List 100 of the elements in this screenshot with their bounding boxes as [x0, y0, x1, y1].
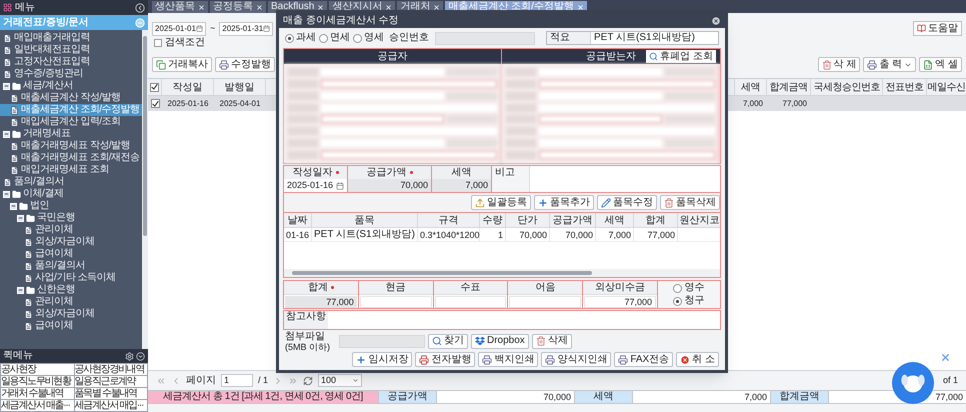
tree-item[interactable]: 이체/결제	[0, 188, 142, 200]
tree-item[interactable]: 일반대체전표입력	[0, 44, 142, 56]
checkbox[interactable]	[150, 99, 160, 108]
tree-item[interactable]: 매입세금계산 입력/조회	[0, 116, 142, 128]
document-icon	[10, 106, 19, 114]
radio-label[interactable]: 과세	[296, 33, 316, 43]
date-field[interactable]: 2025-01-31	[219, 22, 274, 36]
quick-menu-item[interactable]: 일용직노무비현황	[1, 376, 74, 387]
tree-item[interactable]: 외상/자금이체	[0, 308, 142, 320]
quick-menu-item[interactable]: 품목별 수불내역	[74, 388, 147, 399]
refresh-icon[interactable]	[303, 376, 314, 386]
toolbar-button[interactable]: 전자발행	[415, 352, 476, 367]
quick-menu-item[interactable]: 거래처 수불내역	[1, 388, 74, 399]
quick-menu-item[interactable]: 공사현장경비내역	[74, 364, 147, 375]
toolbar-button[interactable]: 출 력	[863, 57, 916, 72]
tree-item[interactable]: 관리이체	[0, 296, 142, 308]
toolbar-button[interactable]: 삭 제	[818, 57, 860, 72]
radio-button[interactable]	[673, 284, 682, 292]
input-field[interactable]	[434, 296, 506, 308]
tree-item[interactable]: 세금/계산서	[0, 80, 142, 92]
document-icon	[24, 298, 33, 306]
chevron-down-icon[interactable]	[136, 352, 145, 360]
toolbar-button[interactable]: 취 소	[676, 352, 719, 367]
tree-item[interactable]: 고정자산전표입력	[0, 56, 142, 68]
tree-item[interactable]: 신한은행	[0, 284, 142, 296]
quick-menu-item[interactable]: 일용직근로계약	[74, 376, 147, 387]
toolbar-button[interactable]: 백지인쇄	[478, 352, 538, 367]
toolbar-button[interactable]: 양식지인쇄	[541, 352, 612, 367]
tree-item[interactable]: 급여이체	[0, 248, 142, 260]
lookup-button[interactable]: 휴폐업 조회	[646, 50, 716, 63]
scrollbar[interactable]	[142, 30, 148, 349]
radio-button[interactable]	[285, 34, 294, 42]
tree-item[interactable]: 매출세금계산 작성/발행	[0, 92, 142, 104]
help-button[interactable]: 도움말	[913, 21, 962, 36]
column-header[interactable]: 메일수신	[926, 79, 966, 95]
toolbar-button[interactable]: 품목추가	[534, 195, 594, 210]
caret-icon	[352, 377, 360, 384]
input-field[interactable]	[509, 296, 582, 308]
toolbar-button[interactable]: FAX전송	[614, 352, 674, 367]
quick-menu-item[interactable]: 세금계산서 매출···	[1, 400, 74, 411]
tree-item[interactable]: 거래명세표	[0, 128, 142, 140]
calendar-icon[interactable]	[196, 25, 203, 32]
settings-icon[interactable]	[125, 352, 134, 360]
tree-item[interactable]: 매출거래명세표 작성/발행	[0, 140, 142, 152]
toolbar-button[interactable]: 품목삭제	[660, 195, 720, 210]
book-icon	[917, 24, 926, 33]
radio-button[interactable]	[673, 296, 682, 306]
tree-item[interactable]: 사업/기타 소득이체	[0, 272, 142, 284]
toolbar-button[interactable]: 찾기	[428, 334, 468, 348]
tree-item[interactable]: 매입거래명세표 조회	[0, 164, 142, 176]
input-field[interactable]	[360, 296, 432, 308]
radio-button[interactable]	[353, 34, 362, 42]
tree-item[interactable]: 외상/자금이체	[0, 236, 142, 248]
tree-item[interactable]: 품의/결의서	[0, 176, 142, 188]
tab[interactable]: 생산품목	[152, 1, 208, 13]
page-size-select[interactable]: 100	[318, 374, 362, 387]
horizontal-scrollbar[interactable]	[284, 269, 720, 277]
radio-label[interactable]: 영수	[684, 283, 704, 293]
radio-label[interactable]: 영세	[364, 33, 384, 43]
calendar-icon[interactable]	[263, 25, 270, 32]
column-header[interactable]: 전표번호	[882, 79, 926, 95]
page-field[interactable]: 1	[221, 374, 253, 387]
toolbar-button[interactable]: 일괄등록	[471, 195, 531, 210]
date-field[interactable]: 2025-01-01	[152, 22, 206, 36]
tab[interactable]: 공정등록	[210, 1, 266, 13]
radio-button[interactable]	[319, 34, 328, 42]
checkbox[interactable]	[150, 82, 159, 92]
table-cell: 70,000	[506, 228, 550, 241]
toolbar-button[interactable]: 품목수정	[597, 195, 657, 210]
column-header[interactable]: 합계금액	[766, 79, 810, 95]
tree-item[interactable]: 영수증/증빙관리	[0, 68, 142, 80]
quick-menu-item[interactable]: 세금계산서 매입···	[74, 400, 147, 411]
tree-item[interactable]: 관리이체	[0, 224, 142, 236]
radio-label[interactable]: 청구	[684, 296, 704, 306]
toolbar-button[interactable]: 삭제	[532, 334, 572, 348]
toolbar-button[interactable]: 임시저장	[352, 352, 412, 367]
tree-item[interactable]: 급여이체	[0, 320, 142, 332]
column-header[interactable]: 발행일	[214, 79, 266, 95]
quick-menu-item[interactable]: 공사현장	[1, 364, 74, 375]
toolbar-button[interactable]: Dropbox	[471, 334, 529, 348]
tree-item[interactable]: 매출거래명세표 조회/재전송	[0, 152, 142, 164]
checkbox[interactable]	[154, 39, 162, 47]
toolbar-button[interactable]: 거래복사	[152, 57, 212, 72]
collapse-icon[interactable]	[135, 2, 145, 12]
radio-label[interactable]: 면세	[330, 33, 350, 43]
column-header[interactable]: 세액	[734, 79, 766, 95]
tree-item[interactable]: 법인	[0, 200, 142, 212]
toolbar-button[interactable]: 수정발행	[215, 57, 275, 72]
tree-item[interactable]: 품의/결의서	[0, 260, 142, 272]
page-total: / 1	[258, 376, 268, 385]
toolbar-button[interactable]: 엑 셀	[919, 57, 962, 72]
close-icon[interactable]	[711, 16, 721, 26]
column-header[interactable]: 작성일	[162, 79, 214, 95]
input-field[interactable]: 77,000	[285, 296, 357, 308]
memo-field[interactable]: 적요 PET 시트(S1외내방담)	[546, 31, 719, 45]
column-header[interactable]: 국세청승인번호	[810, 79, 882, 95]
tree-item[interactable]: 국민은행	[0, 212, 142, 224]
tree-item[interactable]: 매입매출거래입력	[0, 32, 142, 44]
checkbox-label[interactable]: 검색조건	[165, 38, 205, 48]
input-field[interactable]: 77,000	[584, 296, 656, 308]
